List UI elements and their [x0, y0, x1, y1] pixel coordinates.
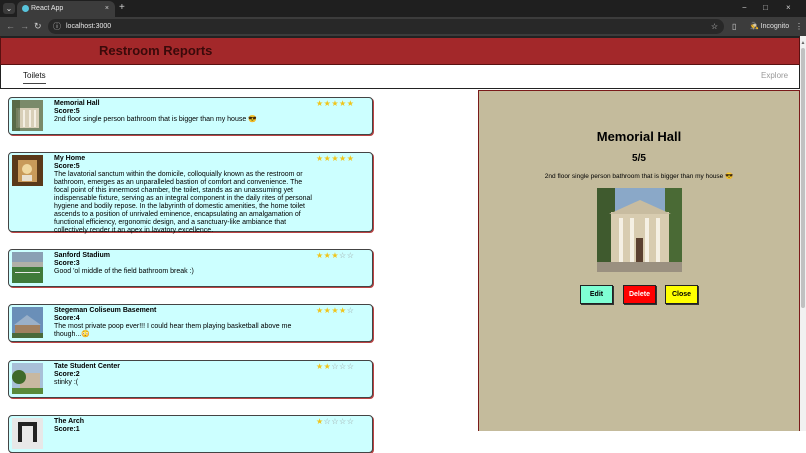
page-scrollbar[interactable]: ▲: [800, 36, 806, 431]
sanford-stadium-thumbnail: [12, 252, 43, 283]
card-title: Sanford Stadium: [54, 252, 111, 259]
address-bar-row: ← → ↻ ⓘ localhost:3000 ☆ ▯ 🕵 Incognito ⋮: [0, 17, 806, 36]
my-home-thumbnail: [12, 155, 43, 186]
star-filled-icon: ★: [331, 99, 340, 108]
star-empty-icon: ☆: [331, 417, 340, 426]
toilet-card[interactable]: My Home Score:5 The lavatorial sanctum w…: [8, 152, 373, 234]
star-filled-icon: ★: [316, 362, 324, 371]
star-filled-icon: ★: [331, 306, 340, 315]
star-empty-icon: ☆: [346, 306, 355, 315]
toilet-card[interactable]: Memorial Hall Score:5 2nd floor single p…: [8, 97, 373, 135]
card-score: Score:4: [54, 315, 80, 322]
card-title: Stegeman Coliseum Basement: [54, 307, 157, 314]
star-filled-icon: ★: [339, 306, 347, 315]
reload-icon[interactable]: ↻: [34, 20, 42, 33]
minimize-icon[interactable]: −: [742, 2, 747, 14]
star-filled-icon: ★: [346, 154, 355, 163]
incognito-label: Incognito: [760, 23, 790, 30]
close-button[interactable]: Close: [665, 285, 698, 304]
close-window-icon[interactable]: ×: [786, 2, 791, 14]
card-description: The lavatorial sanctum within the domici…: [54, 171, 312, 234]
star-empty-icon: ☆: [339, 417, 347, 426]
tate-student-center-thumbnail: [12, 363, 43, 394]
browser-tab-bar: ⌄ React App × + − □ ×: [0, 0, 806, 17]
star-rating: ★★★★☆: [316, 306, 354, 315]
star-empty-icon: ☆: [346, 362, 355, 371]
toilet-card[interactable]: Stegeman Coliseum Basement Score:4 The m…: [8, 304, 373, 342]
card-description: 2nd floor single person bathroom that is…: [54, 116, 257, 123]
site-info-icon[interactable]: ⓘ: [53, 20, 61, 33]
card-description: stinky :(: [54, 379, 79, 386]
browser-tab[interactable]: React App ×: [17, 1, 115, 17]
url-text[interactable]: localhost:3000: [66, 20, 111, 33]
card-description: The most private poop ever!!! I could he…: [54, 323, 292, 338]
tab-explore[interactable]: Explore: [761, 71, 788, 81]
card-title: Memorial Hall: [54, 100, 100, 107]
tab-toilets[interactable]: Toilets: [23, 71, 46, 84]
star-filled-icon: ★: [316, 99, 324, 108]
delete-button[interactable]: Delete: [623, 285, 656, 304]
star-rating: ★☆☆☆☆: [316, 417, 354, 426]
tab-close-icon[interactable]: ×: [105, 3, 109, 15]
new-tab-button[interactable]: +: [119, 2, 125, 14]
toilet-card[interactable]: Sanford Stadium Score:3 Good 'ol middle …: [8, 249, 373, 287]
star-filled-icon: ★: [339, 154, 347, 163]
nav-tabs: Toilets Explore: [0, 65, 800, 89]
detail-score: 5/5: [632, 153, 646, 164]
forward-icon[interactable]: →: [20, 20, 29, 33]
star-filled-icon: ★: [331, 251, 340, 260]
memorial-hall-thumbnail: [12, 100, 43, 131]
edit-button[interactable]: Edit: [580, 285, 613, 304]
detail-photo: [597, 188, 682, 272]
card-title: My Home: [54, 155, 86, 162]
card-score: Score:1: [54, 426, 80, 433]
side-panel-icon[interactable]: ▯: [732, 20, 736, 33]
maximize-icon[interactable]: □: [763, 2, 768, 14]
stegeman-coliseum-thumbnail: [12, 307, 43, 338]
app-header: Restroom Reports: [0, 36, 800, 65]
star-filled-icon: ★: [316, 417, 324, 426]
card-title: The Arch: [54, 418, 85, 425]
star-rating: ★★☆☆☆: [316, 362, 354, 371]
star-filled-icon: ★: [339, 99, 347, 108]
card-score: Score:5: [54, 163, 80, 170]
detail-title: Memorial Hall: [596, 129, 682, 144]
star-filled-icon: ★: [346, 99, 355, 108]
star-filled-icon: ★: [316, 306, 324, 315]
back-icon[interactable]: ←: [6, 20, 15, 33]
tab-search-icon[interactable]: ⌄: [3, 3, 15, 14]
the-arch-thumbnail: [12, 418, 43, 449]
star-rating: ★★★☆☆: [316, 251, 354, 260]
incognito-icon: 🕵: [750, 23, 759, 30]
star-empty-icon: ☆: [331, 362, 340, 371]
card-title: Tate Student Center: [54, 363, 120, 370]
card-score: Score:3: [54, 260, 80, 267]
star-filled-icon: ★: [331, 154, 340, 163]
url-field[interactable]: ⓘ localhost:3000 ☆: [48, 19, 724, 34]
react-favicon-icon: [22, 5, 29, 12]
app-title: Restroom Reports: [99, 43, 213, 58]
incognito-indicator[interactable]: 🕵 Incognito: [750, 20, 789, 33]
scroll-up-icon[interactable]: ▲: [800, 40, 806, 46]
menu-kebab-icon[interactable]: ⋮: [795, 20, 803, 33]
star-empty-icon: ☆: [346, 417, 355, 426]
card-score: Score:5: [54, 108, 80, 115]
star-filled-icon: ★: [316, 251, 324, 260]
star-empty-icon: ☆: [346, 251, 355, 260]
card-description: Good 'ol middle of the field bathroom br…: [54, 268, 194, 275]
tab-title: React App: [31, 5, 64, 12]
card-score: Score:2: [54, 371, 80, 378]
star-filled-icon: ★: [316, 154, 324, 163]
bookmark-star-icon[interactable]: ☆: [711, 20, 718, 33]
toilet-card[interactable]: The Arch Score:1 ★☆☆☆☆: [8, 415, 373, 453]
star-rating: ★★★★★: [316, 154, 354, 163]
detail-panel: Memorial Hall 5/5 2nd floor single perso…: [478, 90, 800, 431]
scroll-thumb[interactable]: [801, 48, 805, 308]
star-rating: ★★★★★: [316, 99, 354, 108]
toilet-card[interactable]: Tate Student Center Score:2 stinky :( ★★…: [8, 360, 373, 398]
star-empty-icon: ☆: [339, 251, 347, 260]
detail-description: 2nd floor single person bathroom that is…: [544, 173, 734, 180]
star-empty-icon: ☆: [339, 362, 347, 371]
